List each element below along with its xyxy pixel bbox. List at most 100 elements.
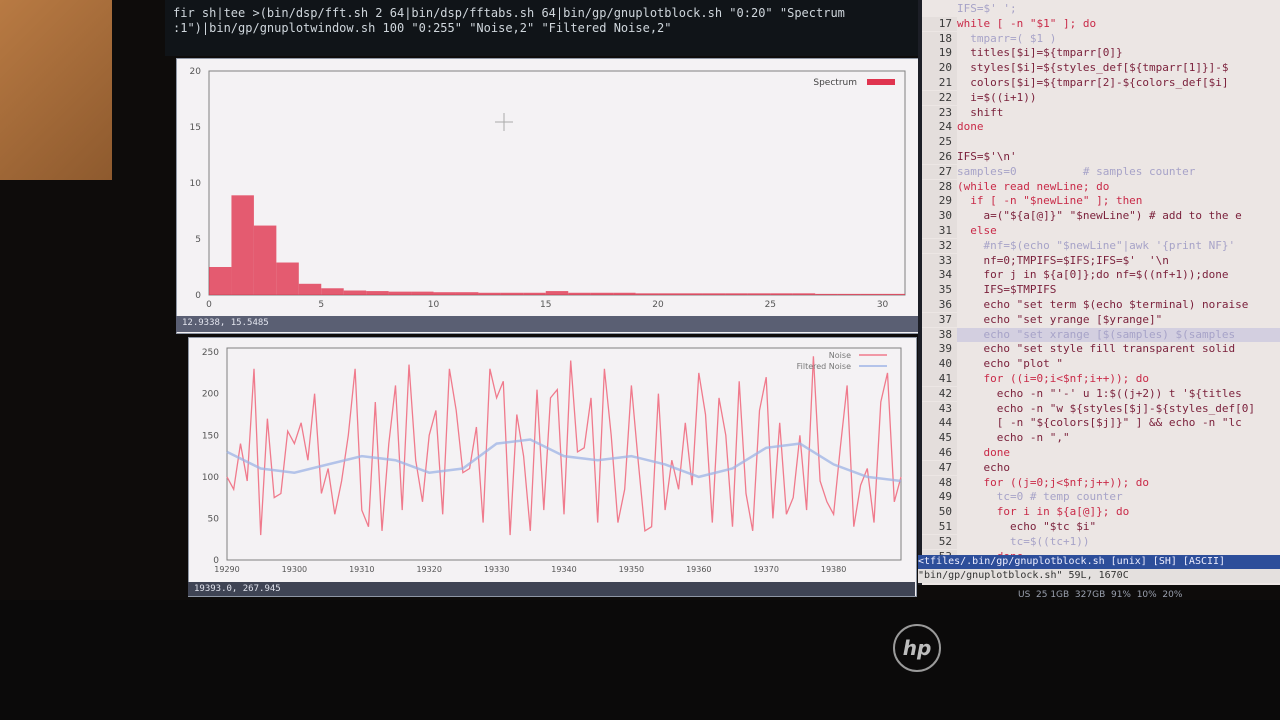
code-line[interactable]: 47 echo (922, 460, 1280, 476)
line-number: 52 (922, 534, 957, 550)
spectrum-bar (815, 293, 838, 295)
line-number: 39 (922, 342, 957, 357)
code-line[interactable]: 52 tc=$((tc+1)) (922, 534, 1280, 550)
line-number: 43 (922, 401, 957, 416)
line-number: 44 (922, 416, 957, 431)
code-text: tc=$((tc+1)) (957, 534, 1090, 548)
line-number: 51 (922, 520, 957, 535)
code-line[interactable]: 19 titles[$i]=${tmparr[0]} (922, 46, 1280, 61)
code-line[interactable]: 46 done (922, 446, 1280, 461)
code-line[interactable]: 40 echo "plot " (922, 357, 1280, 372)
spectrum-bar (747, 293, 771, 295)
code-text: echo -n "w ${styles[$j]-${styles_def[0] (957, 401, 1256, 415)
code-line[interactable]: 44 [ -n "${colors[$j]}" ] && echo -n "lc (922, 416, 1280, 431)
code-text: for ((j=0;j<$nf;j++)); do (957, 475, 1150, 489)
legend-swatch (867, 79, 895, 85)
code-text: echo "set xrange [$(samples) $(samples (957, 327, 1236, 341)
spectrum-bar (388, 291, 412, 295)
spectrum-bar (882, 293, 905, 295)
code-line[interactable]: 31 else (922, 224, 1280, 239)
code-line[interactable]: 26 IFS=$'\n' (922, 150, 1280, 165)
code-line[interactable]: 35 IFS=$TMPIFS (922, 283, 1280, 298)
code-line[interactable]: 45 echo -n "," (922, 431, 1280, 446)
code-line[interactable]: 23 shift (922, 105, 1280, 120)
spectrum-bar (298, 283, 322, 295)
code-line[interactable]: 48 for ((j=0;j<$nf;j++)); do (922, 475, 1280, 490)
code-text: done (957, 446, 1010, 459)
code-text: samples=0 # samples counter (957, 164, 1196, 178)
x-tick-label: 30 (877, 300, 889, 310)
line-number: 25 (922, 135, 957, 150)
code-line[interactable]: 29 if [ -n "$newLine" ]; then (922, 194, 1280, 209)
code-text: for i in ${a[@]}; do (957, 505, 1130, 519)
code-line[interactable]: 25 (922, 135, 1280, 150)
line-number: 17 (922, 16, 957, 32)
x-tick-label: 19330 (484, 565, 509, 574)
filtered-noise-series-line (226, 438, 902, 483)
code-text: echo (957, 460, 1010, 474)
code-line[interactable]: 38 echo "set xrange [$(samples) $(sample… (922, 327, 1280, 342)
spectrum-bar (209, 267, 232, 295)
spectrum-bar (545, 291, 569, 295)
spectrum-bar (770, 293, 793, 295)
code-line[interactable]: 39 echo "set style fill transparent soli… (922, 342, 1280, 357)
code-line[interactable]: 37 echo "set yrange [$yrange]" (922, 312, 1280, 328)
code-line[interactable]: 43 echo -n "w ${styles[$j]-${styles_def[… (922, 401, 1280, 416)
code-line[interactable]: 21 colors[$i]=${tmparr[2]-${colors_def[$… (922, 76, 1280, 91)
noise-status-bar: 19393.0, 267.945 (188, 582, 915, 596)
spectrum-bar (500, 292, 524, 295)
noise-plot-window[interactable]: 0 50 100 150 200 250 19290 19300 19310 19320 19330… (188, 337, 917, 597)
terminal-window[interactable]: fir sh|tee >(bin/dsp/fft.sh 2 64|bin/dsp… (165, 0, 920, 56)
spectrum-bar (658, 293, 681, 295)
y-tick-label: 50 (208, 514, 220, 524)
code-line[interactable]: 18 tmparr=( $1 ) (922, 31, 1280, 46)
spectrum-bar (725, 293, 748, 295)
code-line[interactable]: 33 nf=0;TMPIFS=$IFS;IFS=$' '\n (922, 253, 1280, 268)
line-number: 37 (922, 312, 957, 328)
spectrum-bar (231, 195, 254, 295)
line-number: 46 (922, 446, 957, 461)
line-number: 18 (922, 31, 957, 46)
code-line[interactable]: 22 i=$((i+1)) (922, 90, 1280, 106)
code-line[interactable]: 41 for ((i=0;i<$nf;i++)); do (922, 372, 1280, 387)
code-line[interactable]: 36 echo "set term $(echo $terminal) nora… (922, 298, 1280, 313)
line-number: 21 (922, 76, 957, 91)
spectrum-cursor-coords: 12.9338, 15.5485 (182, 318, 269, 328)
code-text: nf=0;TMPIFS=$IFS;IFS=$' '\n (957, 253, 1169, 267)
background-wall (0, 0, 112, 180)
code-line[interactable]: 32 #nf=$(echo "$newLine"|awk '{print NF}… (922, 238, 1280, 254)
code-text: tmparr=( $1 ) (957, 31, 1057, 45)
code-line[interactable]: 50 for i in ${a[@]}; do (922, 505, 1280, 520)
line-number: 48 (922, 475, 957, 490)
code-text: else (957, 224, 997, 237)
line-number: 23 (922, 105, 957, 120)
plot-frame (208, 70, 906, 296)
code-line[interactable]: 51 echo "$tc $i" (922, 520, 1280, 535)
line-number: 27 (922, 164, 957, 180)
line-number: 50 (922, 505, 957, 520)
x-tick-label: 25 (765, 300, 776, 310)
code-text: echo "$tc $i" (957, 520, 1097, 533)
line-number: 47 (922, 460, 957, 476)
spectrum-bar (680, 293, 703, 295)
code-line[interactable]: 27 samples=0 # samples counter (922, 164, 1280, 180)
code-text: styles[$i]=${styles_def[${tmparr[1]}]-$ (957, 61, 1229, 75)
code-line[interactable]: 34 for j in ${a[0]};do nf=$((nf+1));done (922, 268, 1280, 283)
y-tick-label: 20 (190, 67, 202, 77)
code-line[interactable]: 20 styles[$i]=${styles_def[${tmparr[1]}]… (922, 61, 1280, 76)
code-text: echo "set term $(echo $terminal) noraise (957, 298, 1249, 311)
code-line[interactable]: 24 done (922, 120, 1280, 135)
spectrum-bar (253, 225, 277, 295)
code-text: IFS=$TMPIFS (957, 283, 1057, 297)
code-line[interactable]: 17 while [ -n "$1" ]; do (922, 16, 1280, 32)
code-line[interactable]: IFS=$' '; (922, 2, 1280, 16)
code-line[interactable]: 30 a=("${a[@]}" "$newLine") # add to the… (922, 209, 1280, 224)
spectrum-plot-window[interactable]: 0 5 10 15 20 0 5 10 15 20 25 30 Spectrum (176, 58, 926, 334)
code-line[interactable]: 28 (while read newLine; do (922, 179, 1280, 194)
code-line[interactable]: 49 tc=0 # temp counter (922, 490, 1280, 505)
code-text: [ -n "${colors[$j]}" ] && echo -n "lc (957, 416, 1242, 430)
code-text: shift (957, 105, 1004, 119)
code-line[interactable]: 42 echo -n "'-' u 1:$((j+2)) t '${titles (922, 386, 1280, 402)
code-text: IFS=$' '; (957, 2, 1017, 15)
vim-editor[interactable]: IFS=$' '; 17 while [ -n "$1" ]; do 18 tmpar… (922, 0, 1280, 585)
